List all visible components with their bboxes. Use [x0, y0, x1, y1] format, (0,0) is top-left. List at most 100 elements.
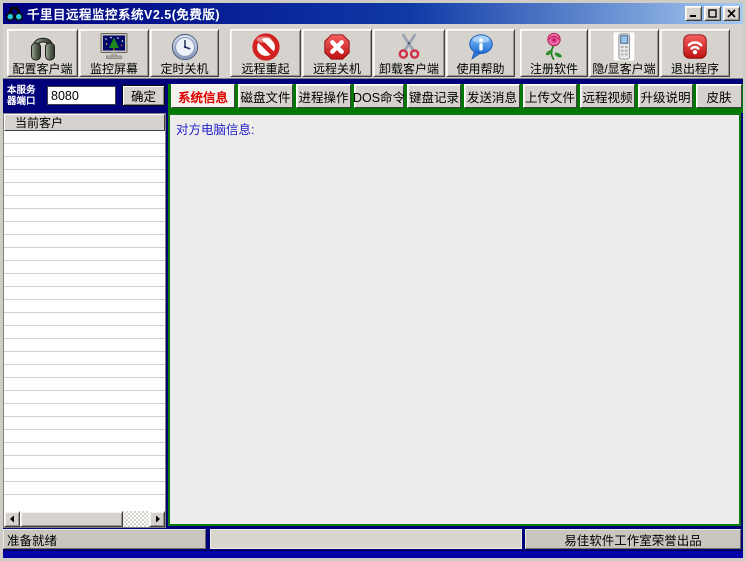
remote-info-panel: 对方电脑信息: — [168, 113, 741, 526]
tab-bar: 系统信息 磁盘文件 进程操作 DOS命令 键盘记录 发送消息 上传文件 远程视频… — [168, 84, 743, 113]
binoculars-app-icon — [6, 6, 23, 21]
tab-process-ops[interactable]: 进程操作 — [296, 84, 351, 108]
tab-remote-video[interactable]: 远程视频 — [580, 84, 635, 108]
tab-dos-command[interactable]: DOS命令 — [354, 84, 404, 108]
toggle-client-button[interactable]: 隐/显客户端 — [589, 29, 659, 77]
list-item — [4, 222, 165, 235]
server-port-label: 本服务 器端口 — [7, 85, 36, 107]
list-item — [4, 196, 165, 209]
bottom-skin-strip — [3, 550, 743, 558]
status-bar: 准备就绪 易佳软件工作室荣誉出品 — [3, 528, 743, 550]
uninstall-client-button[interactable]: 卸载客户端 — [373, 29, 445, 77]
toolbar-label: 远程重起 — [241, 62, 289, 76]
list-item — [4, 456, 165, 469]
register-button[interactable]: 注册软件 — [520, 29, 588, 77]
list-item — [4, 261, 165, 274]
tab-system-info[interactable]: 系统信息 — [171, 84, 235, 108]
remote-shutdown-button[interactable]: 远程关机 — [302, 29, 372, 77]
toolbar-label: 远程关机 — [313, 62, 361, 76]
wifi-exit-icon — [680, 31, 710, 62]
status-credit-text: 易佳软件工作室荣誉出品 — [525, 529, 741, 549]
list-item — [4, 443, 165, 456]
no-sign-icon — [251, 31, 281, 62]
confirm-button[interactable]: 确定 — [122, 85, 165, 106]
window-title: 千里目远程监控系统V2.5(免费版) — [27, 4, 220, 23]
toolbar-label: 定时关机 — [160, 62, 208, 76]
list-item — [4, 365, 165, 378]
help-bubble-icon — [466, 31, 496, 62]
title-bar: 千里目远程监控系统V2.5(免费版) — [3, 3, 743, 24]
tab-disk-files[interactable]: 磁盘文件 — [238, 84, 293, 108]
list-item — [4, 287, 165, 300]
app-window: 千里目远程监控系统V2.5(免费版) — [0, 0, 746, 561]
list-item — [4, 300, 165, 313]
list-item — [4, 326, 165, 339]
clock-icon — [170, 31, 200, 62]
list-item — [4, 482, 165, 495]
scheduled-shutdown-button[interactable]: 定时关机 — [150, 29, 219, 77]
scissors-icon — [394, 31, 424, 62]
list-item — [4, 430, 165, 443]
client-list-panel: 当前客户 — [3, 113, 166, 528]
client-list-rows — [4, 131, 165, 511]
arrow-right-icon — [154, 515, 161, 523]
list-item — [4, 417, 165, 430]
list-item — [4, 404, 165, 417]
toolbar-label: 退出程序 — [671, 62, 719, 76]
configure-client-button[interactable]: 配置客户端 — [7, 29, 78, 77]
list-item — [4, 352, 165, 365]
tab-keylogger[interactable]: 键盘记录 — [407, 84, 461, 108]
toolbar-label: 配置客户端 — [12, 62, 72, 76]
minimize-icon — [689, 9, 698, 18]
scroll-left-button[interactable] — [4, 511, 20, 527]
arrow-left-icon — [9, 515, 16, 523]
toolbar-label: 隐/显客户端 — [592, 62, 655, 76]
client-list-header[interactable]: 当前客户 — [4, 114, 165, 131]
tab-send-message[interactable]: 发送消息 — [464, 84, 520, 108]
status-ready-text: 准备就绪 — [3, 529, 206, 549]
list-item — [4, 170, 165, 183]
monitor-icon — [98, 31, 130, 62]
monitor-screen-button[interactable]: 监控屏幕 — [79, 29, 149, 77]
maximize-button[interactable] — [704, 6, 721, 21]
server-port-panel: 本服务 器端口 确定 — [3, 84, 166, 108]
binoculars-icon — [27, 31, 59, 62]
remote-computer-info-label: 对方电脑信息: — [176, 119, 739, 138]
toolbar-label: 监控屏幕 — [90, 62, 138, 76]
close-icon — [727, 9, 736, 18]
list-item — [4, 248, 165, 261]
list-item — [4, 274, 165, 287]
scroll-right-button[interactable] — [149, 511, 165, 527]
help-button[interactable]: 使用帮助 — [446, 29, 515, 77]
list-item — [4, 235, 165, 248]
stop-x-icon — [322, 31, 352, 62]
close-button[interactable] — [723, 6, 740, 21]
horizontal-scrollbar[interactable] — [4, 511, 165, 527]
handset-icon — [609, 31, 639, 62]
scrollbar-thumb[interactable] — [20, 511, 123, 527]
list-item — [4, 469, 165, 482]
port-input[interactable] — [47, 86, 116, 105]
tab-skin[interactable]: 皮肤 — [696, 84, 742, 108]
maximize-icon — [708, 9, 717, 18]
remote-restart-button[interactable]: 远程重起 — [230, 29, 301, 77]
tab-upload-file[interactable]: 上传文件 — [523, 84, 577, 108]
minimize-button[interactable] — [685, 6, 702, 21]
exit-button[interactable]: 退出程序 — [660, 29, 730, 77]
toolbar-label: 注册软件 — [530, 62, 578, 76]
list-item — [4, 183, 165, 196]
list-item — [4, 144, 165, 157]
toolbar-label: 卸载客户端 — [379, 62, 439, 76]
list-item — [4, 131, 165, 144]
list-item — [4, 209, 165, 222]
status-middle-panel — [210, 529, 522, 549]
tab-upgrade-notes[interactable]: 升级说明 — [638, 84, 693, 108]
list-item — [4, 391, 165, 404]
toolbar-label: 使用帮助 — [456, 62, 504, 76]
list-item — [4, 339, 165, 352]
rose-icon — [539, 31, 569, 62]
list-item — [4, 313, 165, 326]
list-item — [4, 378, 165, 391]
toolbar: 配置客户端 监控屏幕 — [3, 24, 743, 79]
list-item — [4, 157, 165, 170]
